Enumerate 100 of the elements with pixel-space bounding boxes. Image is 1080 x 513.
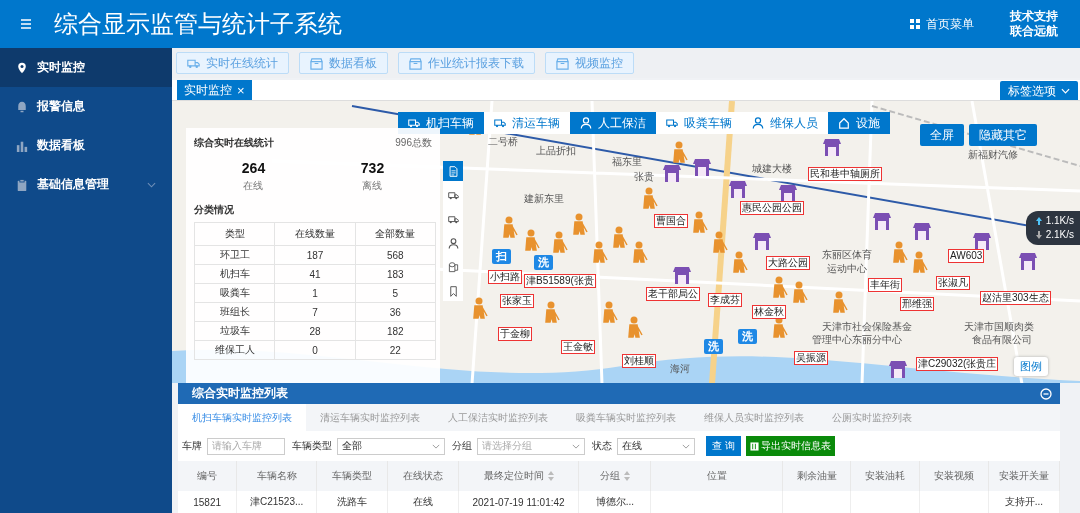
worker-icon [602,301,618,323]
toolbar-button[interactable]: 作业统计报表下载 [398,52,535,74]
vehicle-marker: 洗 [738,329,757,344]
map-marker-label: AW603 [948,249,985,263]
map-marker-label: 林金秋 [752,305,786,319]
query-button[interactable]: 查 询 [706,436,741,457]
worker-icon [692,211,708,233]
export-button[interactable]: 导出实时信息表 [745,436,835,457]
home-menu-link[interactable]: 首页菜单 [926,15,974,33]
list-tab[interactable]: 机扫车辆实时监控列表 [178,404,306,432]
map-marker-label: 张淑凡 [936,276,970,290]
table-cell: 41 [274,264,356,284]
place-label: 管理中心东丽分中心 [812,334,902,346]
toilet-icon [672,265,692,285]
person-icon [752,117,764,129]
stat-value: 732 [360,160,385,176]
page-tab[interactable]: 实时监控 × [177,80,252,100]
map-marker-label: 吴振源 [794,351,828,365]
truck-icon [447,189,459,201]
toilet-icon [662,163,682,183]
list-tab[interactable]: 人工保洁实时监控列表 [434,404,562,432]
worker-icon [572,213,588,235]
legend-button[interactable]: 图例 [1014,357,1048,376]
vehicle-marker: 洗 [534,255,553,270]
toolbar-button[interactable]: 实时在线统计 [176,52,289,74]
dropdown-field[interactable]: 在线 [617,437,695,455]
table-cell: 在线 [387,491,459,513]
box-icon [409,56,422,70]
app-title: 综合显示监管与统计子系统 [54,9,343,39]
spreadsheet-icon [749,441,759,451]
sidebar-item[interactable]: 数据看板 [0,126,172,165]
truck-icon [666,117,678,129]
map-action-button[interactable]: 隐藏其它 [969,124,1037,146]
layer-tool-button[interactable] [443,161,463,181]
toolbar-button[interactable]: 数据看板 [299,52,388,74]
worker-icon [732,251,748,273]
grid-icon [910,19,920,29]
dropdown-field[interactable]: 请选择分组 [477,437,585,455]
map-marker-label: 张家玉 [500,294,534,308]
map-marker-label: 小扫路 [488,270,522,284]
toolbar-button[interactable]: 视频监控 [545,52,634,74]
document-icon [447,165,459,177]
category-toggle[interactable]: 设施 [828,112,890,134]
collapse-icon [1040,387,1052,400]
upload-arrow-icon [1035,217,1042,225]
column-header: 编号 [178,461,237,492]
section-title: 分类情况 [194,203,235,217]
toilet-icon [692,157,712,177]
person-icon [447,237,459,249]
worker-icon [552,231,568,253]
table-cell: 28 [274,321,356,341]
column-header: 类型 [194,222,275,246]
download-arrow-icon [1035,231,1042,239]
worker-icon [472,297,488,319]
toilet-icon [1018,251,1038,271]
list-tab[interactable]: 公厕实时监控列表 [818,404,926,432]
column-header: 全部数量 [355,222,436,246]
list-tab[interactable]: 吸粪车辆实时监控列表 [562,404,690,432]
table-cell: 1 [274,283,356,303]
worker-icon [592,241,608,263]
worker-icon [642,187,658,209]
toilet-icon [778,183,798,203]
sidebar-item[interactable]: 实时监控 [0,48,172,87]
table-cell: 博德尔... [578,491,651,513]
toilet-icon [752,231,772,251]
map-marker-label: 曹国合 [654,214,688,228]
category-toggle[interactable]: 人工保洁 [570,112,656,134]
tab-options-dropdown[interactable]: 标签选项 [1000,81,1078,101]
input-field[interactable]: 请输入车牌 [207,437,285,455]
map-action-button[interactable]: 全屏 [920,124,964,146]
list-tab[interactable]: 维保人员实时监控列表 [690,404,818,432]
column-header: 在线状态 [387,461,459,492]
place-label: 东丽区体育 [822,249,872,261]
dropdown-field[interactable]: 全部 [337,437,445,455]
alarm-bell-icon [16,100,28,113]
column-header: 安装开关量 [988,461,1060,492]
toilet-icon [972,231,992,251]
table-cell: 支持开... [988,491,1060,513]
map-marker-label: 老干部局公 [646,287,700,301]
worker-icon [792,281,808,303]
close-icon[interactable]: × [237,82,245,98]
sidebar-item[interactable]: 基础信息管理 [0,165,172,204]
menu-icon [20,18,32,30]
house-icon [838,117,850,129]
map-marker-label: 惠民公园公园 [740,201,804,215]
table-cell: 15821 [178,491,237,513]
bookmark-icon [447,285,459,297]
support-text: 技术支持 联合远航 [1010,9,1058,39]
map-marker-label: 李成芬 [708,293,742,307]
filter-label: 状态 [592,439,612,454]
place-label: 天津市国顺肉类 [964,321,1034,333]
sidebar-item[interactable]: 报警信息 [0,87,172,126]
map-marker-label: 津C29032(张贵庄 [916,357,999,371]
table-cell: 182 [355,321,436,341]
filter-label: 分组 [452,439,472,454]
person-icon [580,117,592,129]
list-tab[interactable]: 清运车辆实时监控列表 [306,404,434,432]
worker-icon [502,216,518,238]
worker-icon [524,229,540,251]
worker-icon [632,241,648,263]
